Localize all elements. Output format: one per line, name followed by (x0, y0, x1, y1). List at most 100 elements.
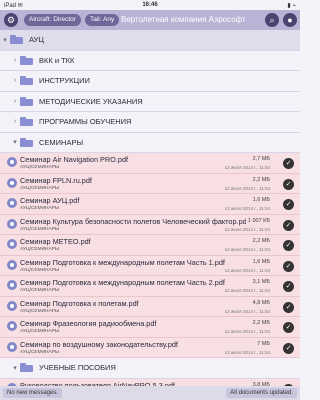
document-size: 1,6 МБ (252, 197, 270, 203)
document-name: Семинар Фразеология радиообмена.pdf (20, 319, 157, 328)
clock-label: 16:46 (142, 2, 158, 8)
chevron-right-icon: › (13, 56, 17, 64)
document-icon (7, 259, 17, 270)
checkmark-icon: ✓ (283, 301, 294, 313)
seminar-document-list: Семинар Air Navigation PRO.pdf АУЦ/СЕМИНА… (0, 153, 300, 358)
folder-row-textbooks[interactable]: ▾ УЧЕБНЫЕ ПОСОБИЯ (0, 358, 300, 379)
document-date: 12 июля 2014 г., 11:04 (224, 247, 270, 252)
document-size: 1 007 КБ (247, 217, 270, 224)
document-date: 12 июля 2014 г., 11:04 (224, 288, 270, 293)
folder-row-auc[interactable]: ▾ АУЦ (0, 30, 300, 51)
document-path: АУЦ/СЕМИНАРЫ (20, 226, 60, 232)
document-name: Семинар FPLN.ru.pdf (20, 175, 92, 185)
document-name: Семинар Подготовка к международным полет… (20, 257, 225, 267)
checkmark-icon: ✓ (283, 158, 294, 169)
document-icon (7, 177, 17, 188)
checkmark-icon: ✓ (283, 342, 294, 354)
chevron-right-icon: › (13, 77, 17, 85)
document-path: АУЦ/СЕМИНАРЫ (20, 185, 60, 191)
document-date: 12 июля 2014 г., 11:04 (224, 308, 270, 314)
document-icon (7, 341, 17, 352)
document-row[interactable]: Семинар Air Navigation PRO.pdf АУЦ/СЕМИНА… (0, 153, 300, 174)
document-date: 12 июля 2014 г., 11:04 (224, 165, 270, 170)
checkmark-icon: ✓ (283, 199, 294, 210)
chevron-down-icon: ▾ (13, 139, 17, 147)
document-size: 7 МБ (257, 340, 270, 347)
tail-filter-chip[interactable]: Tail: Any (85, 14, 120, 26)
aircraft-filter-chip[interactable]: Aircraft: Director (24, 14, 81, 26)
document-row[interactable]: Семинар Фразеология радиообмена.pdf АУЦ/С… (0, 317, 300, 338)
document-path: АУЦ/СЕМИНАРЫ (20, 206, 60, 211)
checkmark-icon: ✓ (283, 260, 294, 272)
document-icon (7, 198, 17, 208)
folder-row-seminars[interactable]: ▾ СЕМИНАРЫ (0, 132, 300, 153)
gear-icon[interactable]: ⚙ (4, 13, 18, 27)
document-row[interactable]: Семинар Подготовка к международным полет… (0, 276, 300, 297)
folder-label: УЧЕБНЫЕ ПОСОБИЯ (39, 363, 116, 373)
document-icon (7, 239, 17, 249)
messages-status[interactable]: No new messages. (3, 388, 63, 398)
folder-label: АУЦ (29, 35, 44, 45)
document-path: АУЦ/СЕМИНАРЫ (20, 329, 60, 334)
document-name: Семинар Подготовка к международным полет… (20, 278, 225, 287)
document-row[interactable]: Семинар по воздушному законодательству.p… (0, 337, 300, 358)
document-name: Семинар по воздушному законодательству.p… (20, 339, 178, 349)
document-row[interactable]: Семинар Подготовка к международным полет… (0, 255, 300, 276)
document-icon (7, 218, 17, 229)
document-icon (7, 280, 17, 290)
folder-row-vkk[interactable]: › ВКК и ТКК (0, 50, 300, 71)
folder-icon (20, 117, 33, 127)
document-size: 2,2 МБ (252, 238, 270, 244)
document-name: Семинар METEO.pdf (20, 237, 91, 246)
document-row[interactable]: Семинар Подготовка к полетам.pdf АУЦ/СЕМИ… (0, 296, 300, 317)
document-icon (7, 157, 17, 167)
document-row[interactable]: Семинар АУЦ.pdf АУЦ/СЕМИНАРЫ 1,6 МБ 12 июля… (0, 194, 300, 215)
document-name: Семинар Air Navigation PRO.pdf (20, 155, 129, 164)
document-path: АУЦ/СЕМИНАРЫ (20, 288, 60, 293)
folder-row-methodical[interactable]: › МЕТОДИЧЕСКИЕ УКАЗАНИЯ (0, 91, 300, 112)
document-path: АУЦ/СЕМИНАРЫ (20, 349, 60, 355)
folder-row-instructions[interactable]: › ИНСТРУКЦИИ (0, 71, 300, 92)
checkmark-icon: ✓ (283, 178, 294, 190)
checkmark-icon: ✓ (283, 219, 294, 231)
document-path: АУЦ/СЕМИНАРЫ (20, 247, 60, 252)
document-path: АУЦ/СЕМИНАРЫ (20, 267, 60, 273)
document-date: 12 июля 2014 г., 11:04 (224, 349, 270, 355)
folder-icon (20, 363, 33, 373)
folder-icon (10, 35, 23, 45)
document-date: 12 июля 2014 г., 11:04 (224, 185, 270, 191)
status-bar: iPad ✉ 16:46 ▮ ⌁ (0, 0, 300, 10)
document-date: 12 июля 2014 г., 11:04 (224, 267, 270, 273)
document-icon (7, 321, 17, 331)
chevron-right-icon: › (13, 97, 17, 105)
document-date: 12 июля 2014 г., 11:04 (224, 206, 270, 211)
document-row[interactable]: Семинар FPLN.ru.pdf АУЦ/СЕМИНАРЫ 2,2 МБ 12 … (0, 173, 300, 194)
checkmark-icon: ✓ (283, 240, 294, 251)
document-row[interactable]: Руководство пользователя AirNavPRO 5.3.p… (0, 378, 300, 386)
chevron-down-icon: ▾ (13, 364, 17, 372)
document-size: 2,7 МБ (252, 156, 270, 162)
document-row[interactable]: Семинар Культура безопасности полетов Че… (0, 214, 300, 235)
folder-label: ВКК и ТКК (39, 55, 75, 65)
document-date: 12 июля 2014 г., 11:04 (224, 329, 270, 334)
folder-icon (20, 76, 33, 86)
folder-label: ИНСТРУКЦИИ (39, 76, 90, 86)
documents-status[interactable]: All documents updated. (226, 388, 297, 398)
checkmark-icon: ✓ (283, 281, 294, 292)
document-name: Семинар Культура безопасности полетов Че… (20, 216, 246, 226)
document-name: Семинар Подготовка к полетам.pdf (20, 298, 139, 308)
document-size: 2,2 МБ (252, 176, 270, 183)
folder-icon (20, 96, 33, 106)
chevron-right-icon: › (13, 118, 17, 126)
search-icon[interactable]: ⌕ (265, 13, 279, 27)
document-path: АУЦ/СЕМИНАРЫ (20, 308, 60, 314)
document-icon (7, 300, 17, 311)
document-row[interactable]: Семинар METEO.pdf АУЦ/СЕМИНАРЫ 2,2 МБ 12 ию… (0, 235, 300, 256)
info-icon[interactable]: ● (283, 13, 297, 27)
document-size: 2,2 МБ (252, 320, 270, 326)
folder-label: ПРОГРАММЫ ОБУЧЕНИЯ (39, 117, 132, 127)
document-tree: ▾ АУЦ › ВКК и ТКК › ИНСТРУКЦИИ › МЕТОДИЧ… (0, 30, 300, 386)
bottom-status-bar: No new messages. All documents updated. (0, 386, 300, 400)
folder-icon (20, 137, 33, 147)
folder-row-programs[interactable]: › ПРОГРАММЫ ОБУЧЕНИЯ (0, 112, 300, 133)
